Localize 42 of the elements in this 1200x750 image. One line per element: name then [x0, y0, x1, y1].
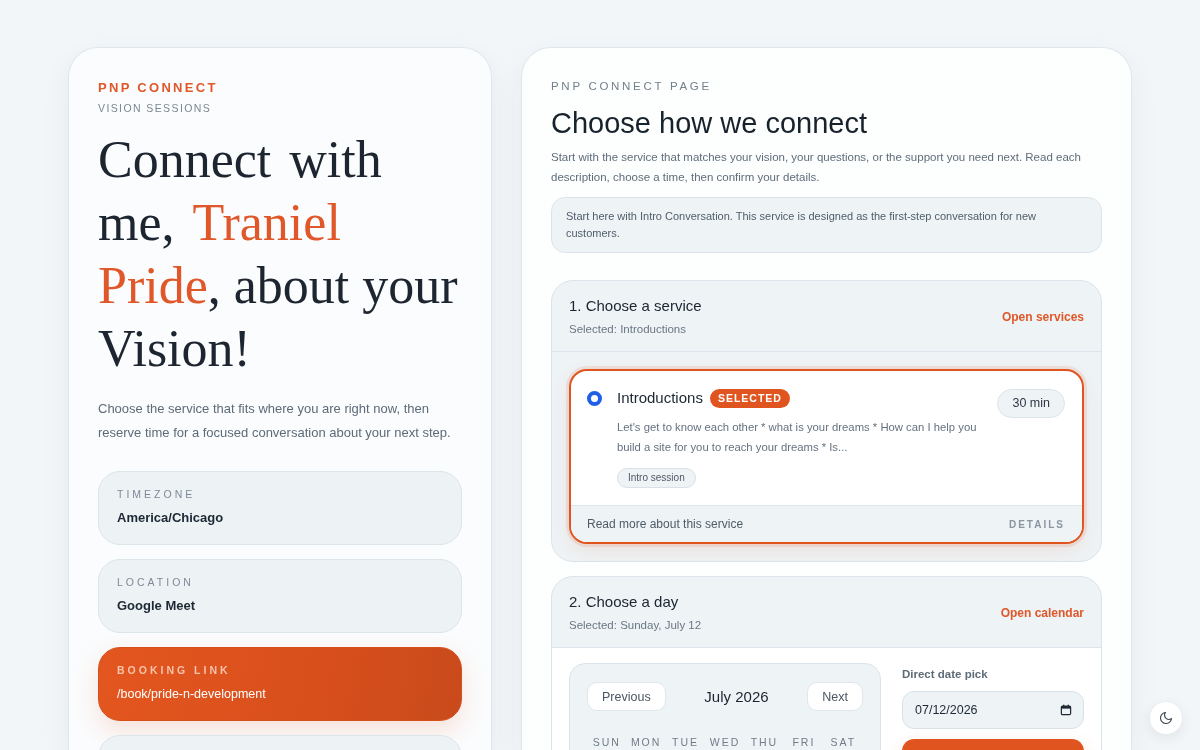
- info-label: BOOKING LINK: [117, 664, 232, 677]
- theme-toggle-button[interactable]: [1149, 701, 1183, 735]
- step-summary: Selected: Sunday, July 12: [569, 618, 702, 633]
- service-name: Introductions: [617, 388, 703, 408]
- status-badge: SELECTED: [709, 388, 790, 408]
- duration-tag: 30 min: [997, 389, 1065, 418]
- notice-callout: Start here with Intro Conversation. This service is designed as the first-step conversation for new customers.: [551, 197, 1102, 253]
- info-label: TIMEZONE: [117, 488, 197, 501]
- weekday-label: THU: [750, 735, 779, 749]
- date-field[interactable]: 07/12/2026: [902, 691, 1084, 729]
- month-label: July 2026: [704, 686, 769, 707]
- read-more-link[interactable]: Read more about this service: [587, 517, 744, 531]
- step-title: 1. Choose a service: [569, 296, 702, 316]
- weekday-label: SUN: [592, 735, 621, 749]
- headline: Connect with me, Traniel Pride, about your Vision!: [98, 130, 459, 379]
- service-description: Let's get to know each other * what is your dreams * How can I help you build a site for you to reach your dreams * Is...: [617, 420, 978, 455]
- date-field-label: Direct date pick: [902, 667, 989, 682]
- weekday-label: FRI: [792, 735, 816, 749]
- page-title: Choose how we connect: [551, 106, 868, 140]
- weekday-label: TUE: [672, 735, 700, 749]
- brand-name: PNP CONNECT: [98, 80, 219, 96]
- info-value: /book/pride-n-development: [117, 686, 267, 703]
- step-summary: Selected: Introductions: [569, 322, 687, 337]
- moon-icon: [1160, 712, 1172, 724]
- weekday-label: MON: [630, 735, 662, 749]
- info-value: America/Chicago: [117, 509, 225, 527]
- info-value: Google Meet: [117, 597, 196, 615]
- previous-button[interactable]: Previous: [587, 682, 666, 711]
- calendar-icon: [1060, 704, 1072, 716]
- category-tag: Intro session: [617, 468, 696, 488]
- intro-text: Choose the service that fits where you are right now, then reserve time for a focused conversation about your next step.: [98, 400, 452, 442]
- details-label: DETAILS: [1008, 518, 1065, 530]
- page-eyebrow: PNP CONNECT PAGE: [551, 79, 713, 93]
- service-option[interactable]: [569, 369, 1084, 544]
- step-title: 2. Choose a day: [569, 592, 680, 612]
- info-label: LOCATION: [117, 576, 195, 589]
- weekday-label: SAT: [830, 735, 857, 749]
- brand-tagline: VISION SESSIONS: [98, 101, 213, 115]
- next-button[interactable]: Next: [807, 682, 863, 711]
- page-intro-text: Start with the service that matches your vision, your questions, or the support you need next. Read each description, choose a time, then confirm your details.: [551, 150, 1082, 185]
- radio-button[interactable]: [587, 390, 602, 406]
- weekday-label: WED: [709, 735, 741, 749]
